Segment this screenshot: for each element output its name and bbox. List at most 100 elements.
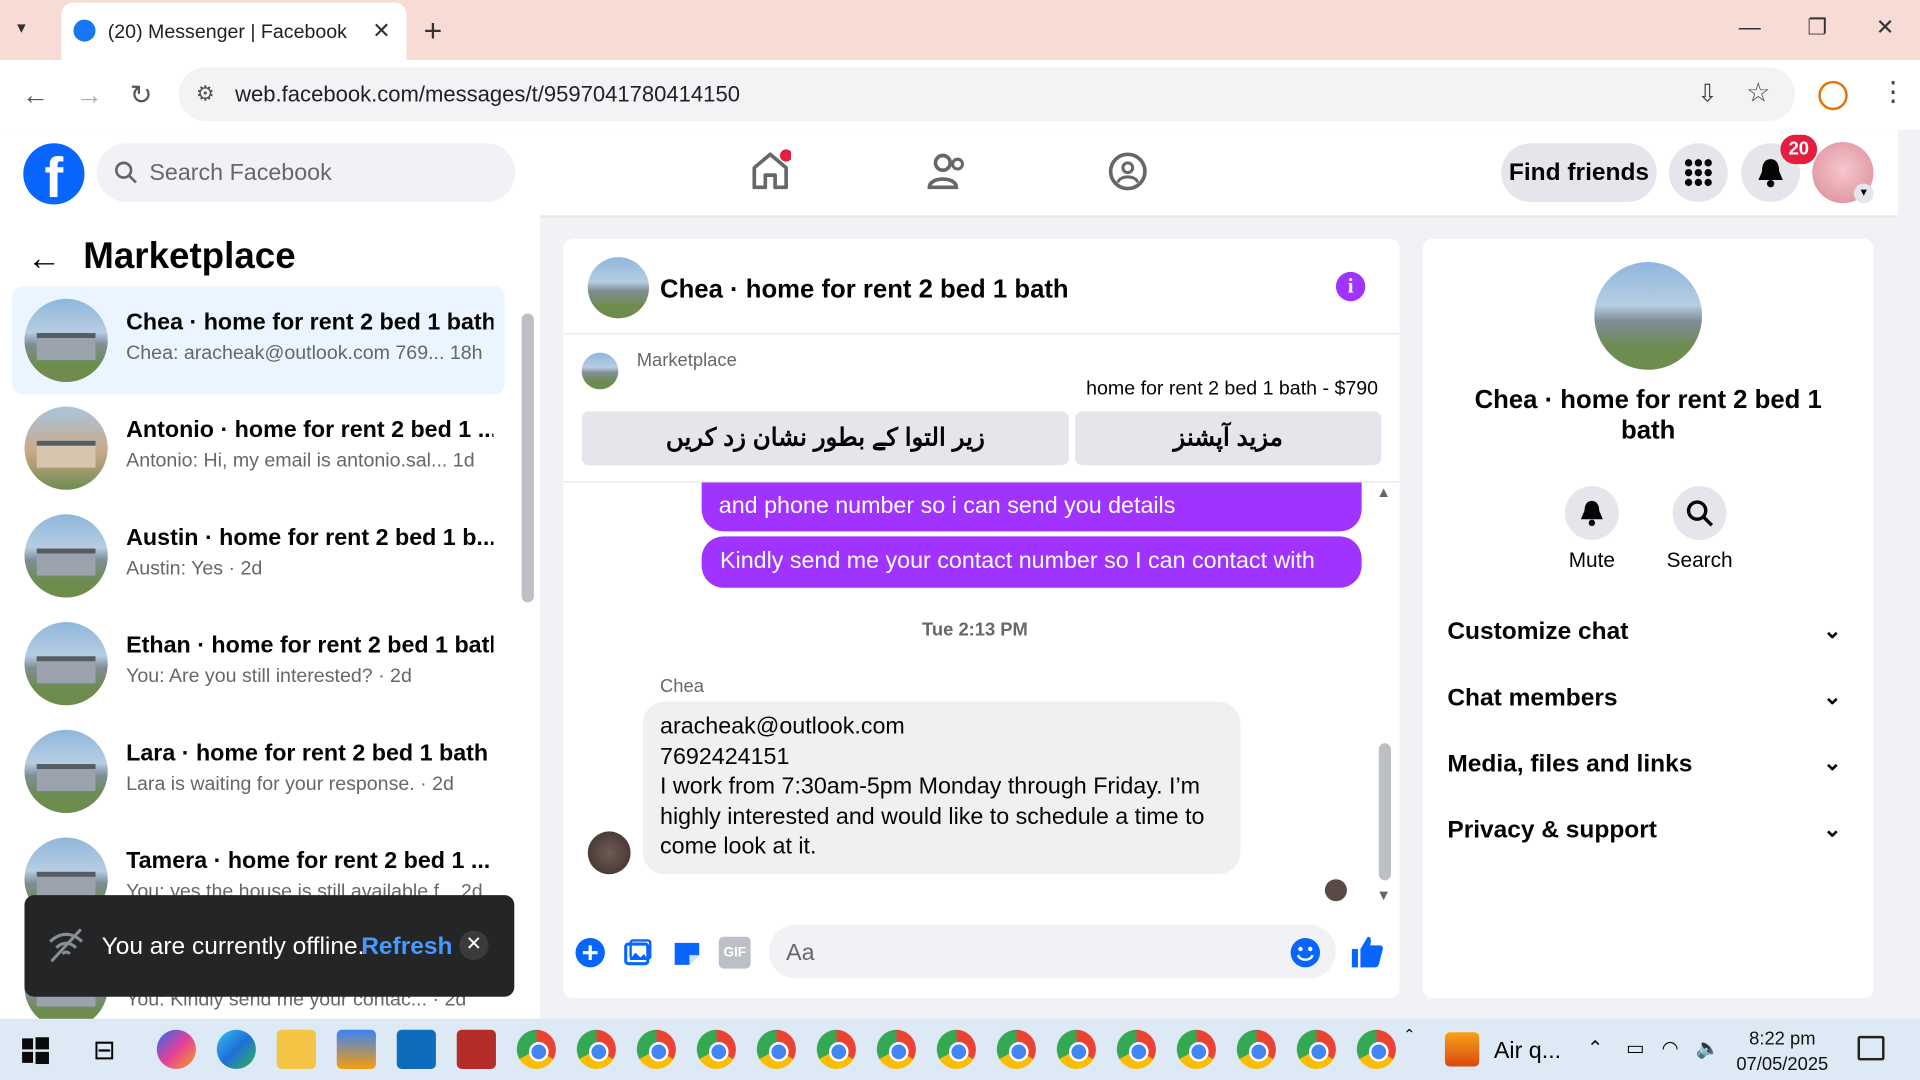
chrome-icon[interactable]	[1056, 1029, 1096, 1069]
restore-icon[interactable]: ❐	[1807, 15, 1827, 41]
sent-message-bubble[interactable]: Kindly send me your contact number so I …	[701, 536, 1362, 626]
chrome-icon[interactable]	[516, 1029, 556, 1069]
sent-message-bubble[interactable]: and phone number so i can send you detai…	[701, 482, 1362, 532]
conversation-name: Tamera · home for rent 2 bed 1 ...	[126, 848, 491, 875]
sender-avatar[interactable]	[587, 831, 631, 875]
menu-grid-button[interactable]	[1668, 143, 1728, 203]
gif-icon[interactable]: GIF	[718, 936, 751, 969]
search-facebook-input[interactable]: Search Facebook	[96, 143, 516, 203]
air-quality-icon[interactable]	[1444, 1032, 1480, 1067]
message-input[interactable]: Aa	[768, 924, 1336, 979]
chrome-icon[interactable]	[996, 1029, 1036, 1069]
chrome-icon[interactable]	[936, 1029, 976, 1069]
sticker-icon[interactable]	[671, 937, 703, 969]
air-quality-label[interactable]: Air q...	[1494, 1038, 1561, 1065]
section-label: Customize chat	[1447, 618, 1629, 646]
home-icon[interactable]	[749, 149, 792, 191]
windows-start-icon[interactable]	[22, 1037, 49, 1065]
info-icon[interactable]: i	[1335, 271, 1366, 302]
message-placeholder: Aa	[786, 940, 815, 967]
taskbar-scroll-icon[interactable]: ⌃	[1403, 1026, 1415, 1043]
chrome-icon[interactable]	[1356, 1029, 1396, 1069]
chat-title[interactable]: Chea · home for rent 2 bed 1 bath	[660, 276, 1069, 305]
conversation-item[interactable]: Austin · home for rent 2 bed 1 b... Austi…	[12, 502, 504, 610]
copilot-icon[interactable]	[156, 1029, 196, 1069]
chrome-icon[interactable]	[1296, 1029, 1336, 1069]
emoji-icon[interactable]	[1289, 937, 1321, 969]
media-files-links-section[interactable]: Media, files and links ⌄	[1447, 751, 1851, 779]
received-message-bubble[interactable]: aracheak@outlook.com 7692424151 I work f…	[642, 701, 1241, 875]
page-scrollbar[interactable]	[1897, 129, 1920, 1019]
chrome-icon[interactable]	[816, 1029, 856, 1069]
scroll-up-icon[interactable]: ▲	[1376, 484, 1391, 501]
conversation-item[interactable]: Ethan · home for rent 2 bed 1 bath You: A…	[12, 610, 504, 718]
conversation-item[interactable]: Antonio · home for rent 2 bed 1 ... Anton…	[12, 394, 504, 502]
system-clock[interactable]: 8:22 pm 07/05/2025	[1736, 1026, 1828, 1077]
outlook-icon[interactable]	[396, 1029, 436, 1069]
conversation-item[interactable]: Chea · home for rent 2 bed 1 bath Chea: a…	[12, 286, 505, 395]
chrome-icon[interactable]	[576, 1029, 616, 1069]
site-info-icon[interactable]: ⚙	[196, 82, 215, 106]
customize-chat-section[interactable]: Customize chat ⌄	[1447, 618, 1851, 646]
inbox-scrollbar[interactable]	[521, 313, 534, 603]
privacy-support-section[interactable]: Privacy & support ⌄	[1447, 817, 1851, 845]
task-view-icon[interactable]: ⊟	[93, 1035, 116, 1067]
volume-icon[interactable]: 🔈	[1696, 1036, 1720, 1060]
network-icon[interactable]: ◠	[1662, 1036, 1679, 1060]
thumbs-up-icon[interactable]	[1348, 933, 1385, 970]
minimize-icon[interactable]: —	[1739, 15, 1761, 41]
browser-tab[interactable]: (20) Messenger | Facebook ✕	[61, 2, 407, 61]
conversation-preview: Antonio: Hi, my email is antonio.sal... …	[126, 450, 475, 472]
url-text[interactable]: web.facebook.com/messages/t/959704178041…	[235, 82, 740, 108]
back-icon[interactable]: ←	[22, 80, 49, 112]
chrome-icon[interactable]	[876, 1029, 916, 1069]
file-explorer-icon[interactable]	[276, 1029, 316, 1069]
photo-icon[interactable]	[622, 937, 654, 969]
chat-avatar[interactable]	[587, 257, 649, 319]
search-label: Search	[1666, 548, 1733, 572]
forward-icon[interactable]: →	[76, 80, 103, 112]
meet-icon[interactable]: ▭	[1626, 1036, 1645, 1060]
search-in-chat-button[interactable]	[1672, 486, 1727, 541]
back-arrow-icon[interactable]: ←	[27, 239, 61, 278]
browser-menu-icon[interactable]: ⋮	[1880, 76, 1907, 108]
groups-icon[interactable]	[1108, 152, 1147, 191]
tray-chevron-icon[interactable]: ⌃	[1587, 1036, 1603, 1060]
notification-center-icon[interactable]	[1857, 1035, 1885, 1061]
close-tab-icon[interactable]: ✕	[372, 18, 390, 44]
details-avatar[interactable]	[1594, 262, 1703, 370]
account-chevron-icon[interactable]: ▾	[1853, 183, 1874, 204]
chrome-icon[interactable]	[756, 1029, 796, 1069]
plus-circle-icon[interactable]	[574, 937, 606, 969]
chevron-down-icon: ⌄	[1823, 750, 1842, 776]
mute-button[interactable]	[1564, 486, 1619, 541]
bookmark-star-icon[interactable]: ☆	[1746, 77, 1770, 109]
chrome-icon[interactable]	[1116, 1029, 1156, 1069]
install-app-icon[interactable]: ⇩	[1697, 78, 1718, 109]
close-window-icon[interactable]: ✕	[1876, 15, 1894, 41]
chrome-icon[interactable]	[1236, 1029, 1276, 1069]
more-options-button[interactable]: مزید آپشنز	[1075, 411, 1382, 466]
refresh-link[interactable]: Refresh	[361, 933, 452, 961]
close-toast-icon[interactable]: ✕	[459, 930, 489, 961]
message-text: and phone number so i can send you detai…	[718, 493, 1176, 520]
chat-members-section[interactable]: Chat members ⌄	[1447, 684, 1851, 712]
new-tab-button[interactable]: +	[424, 12, 443, 50]
chrome-icon[interactable]	[1176, 1029, 1216, 1069]
reload-icon[interactable]: ↻	[130, 80, 153, 112]
friends-icon[interactable]	[927, 152, 969, 191]
chrome-icon[interactable]	[696, 1029, 736, 1069]
presentation-app-icon[interactable]	[456, 1029, 496, 1069]
mark-pending-button[interactable]: زیر التوا کے بطور نشان زد کریں	[581, 411, 1069, 466]
profile-icon[interactable]	[1818, 80, 1848, 111]
find-friends-button[interactable]: Find friends	[1501, 143, 1657, 203]
chrome-icon[interactable]	[636, 1029, 676, 1069]
scroll-down-icon[interactable]: ▼	[1376, 887, 1391, 904]
tab-search-chevron-icon[interactable]: ▾	[17, 17, 26, 38]
conversation-item[interactable]: Lara · home for rent 2 bed 1 bath Lara is…	[12, 718, 504, 826]
facebook-logo[interactable]: f	[23, 143, 85, 205]
chat-scrollbar[interactable]	[1378, 743, 1392, 881]
store-icon[interactable]	[336, 1029, 376, 1069]
listing-title-price[interactable]: home for rent 2 bed 1 bath - $790	[1086, 378, 1378, 400]
edge-icon[interactable]	[216, 1029, 256, 1069]
